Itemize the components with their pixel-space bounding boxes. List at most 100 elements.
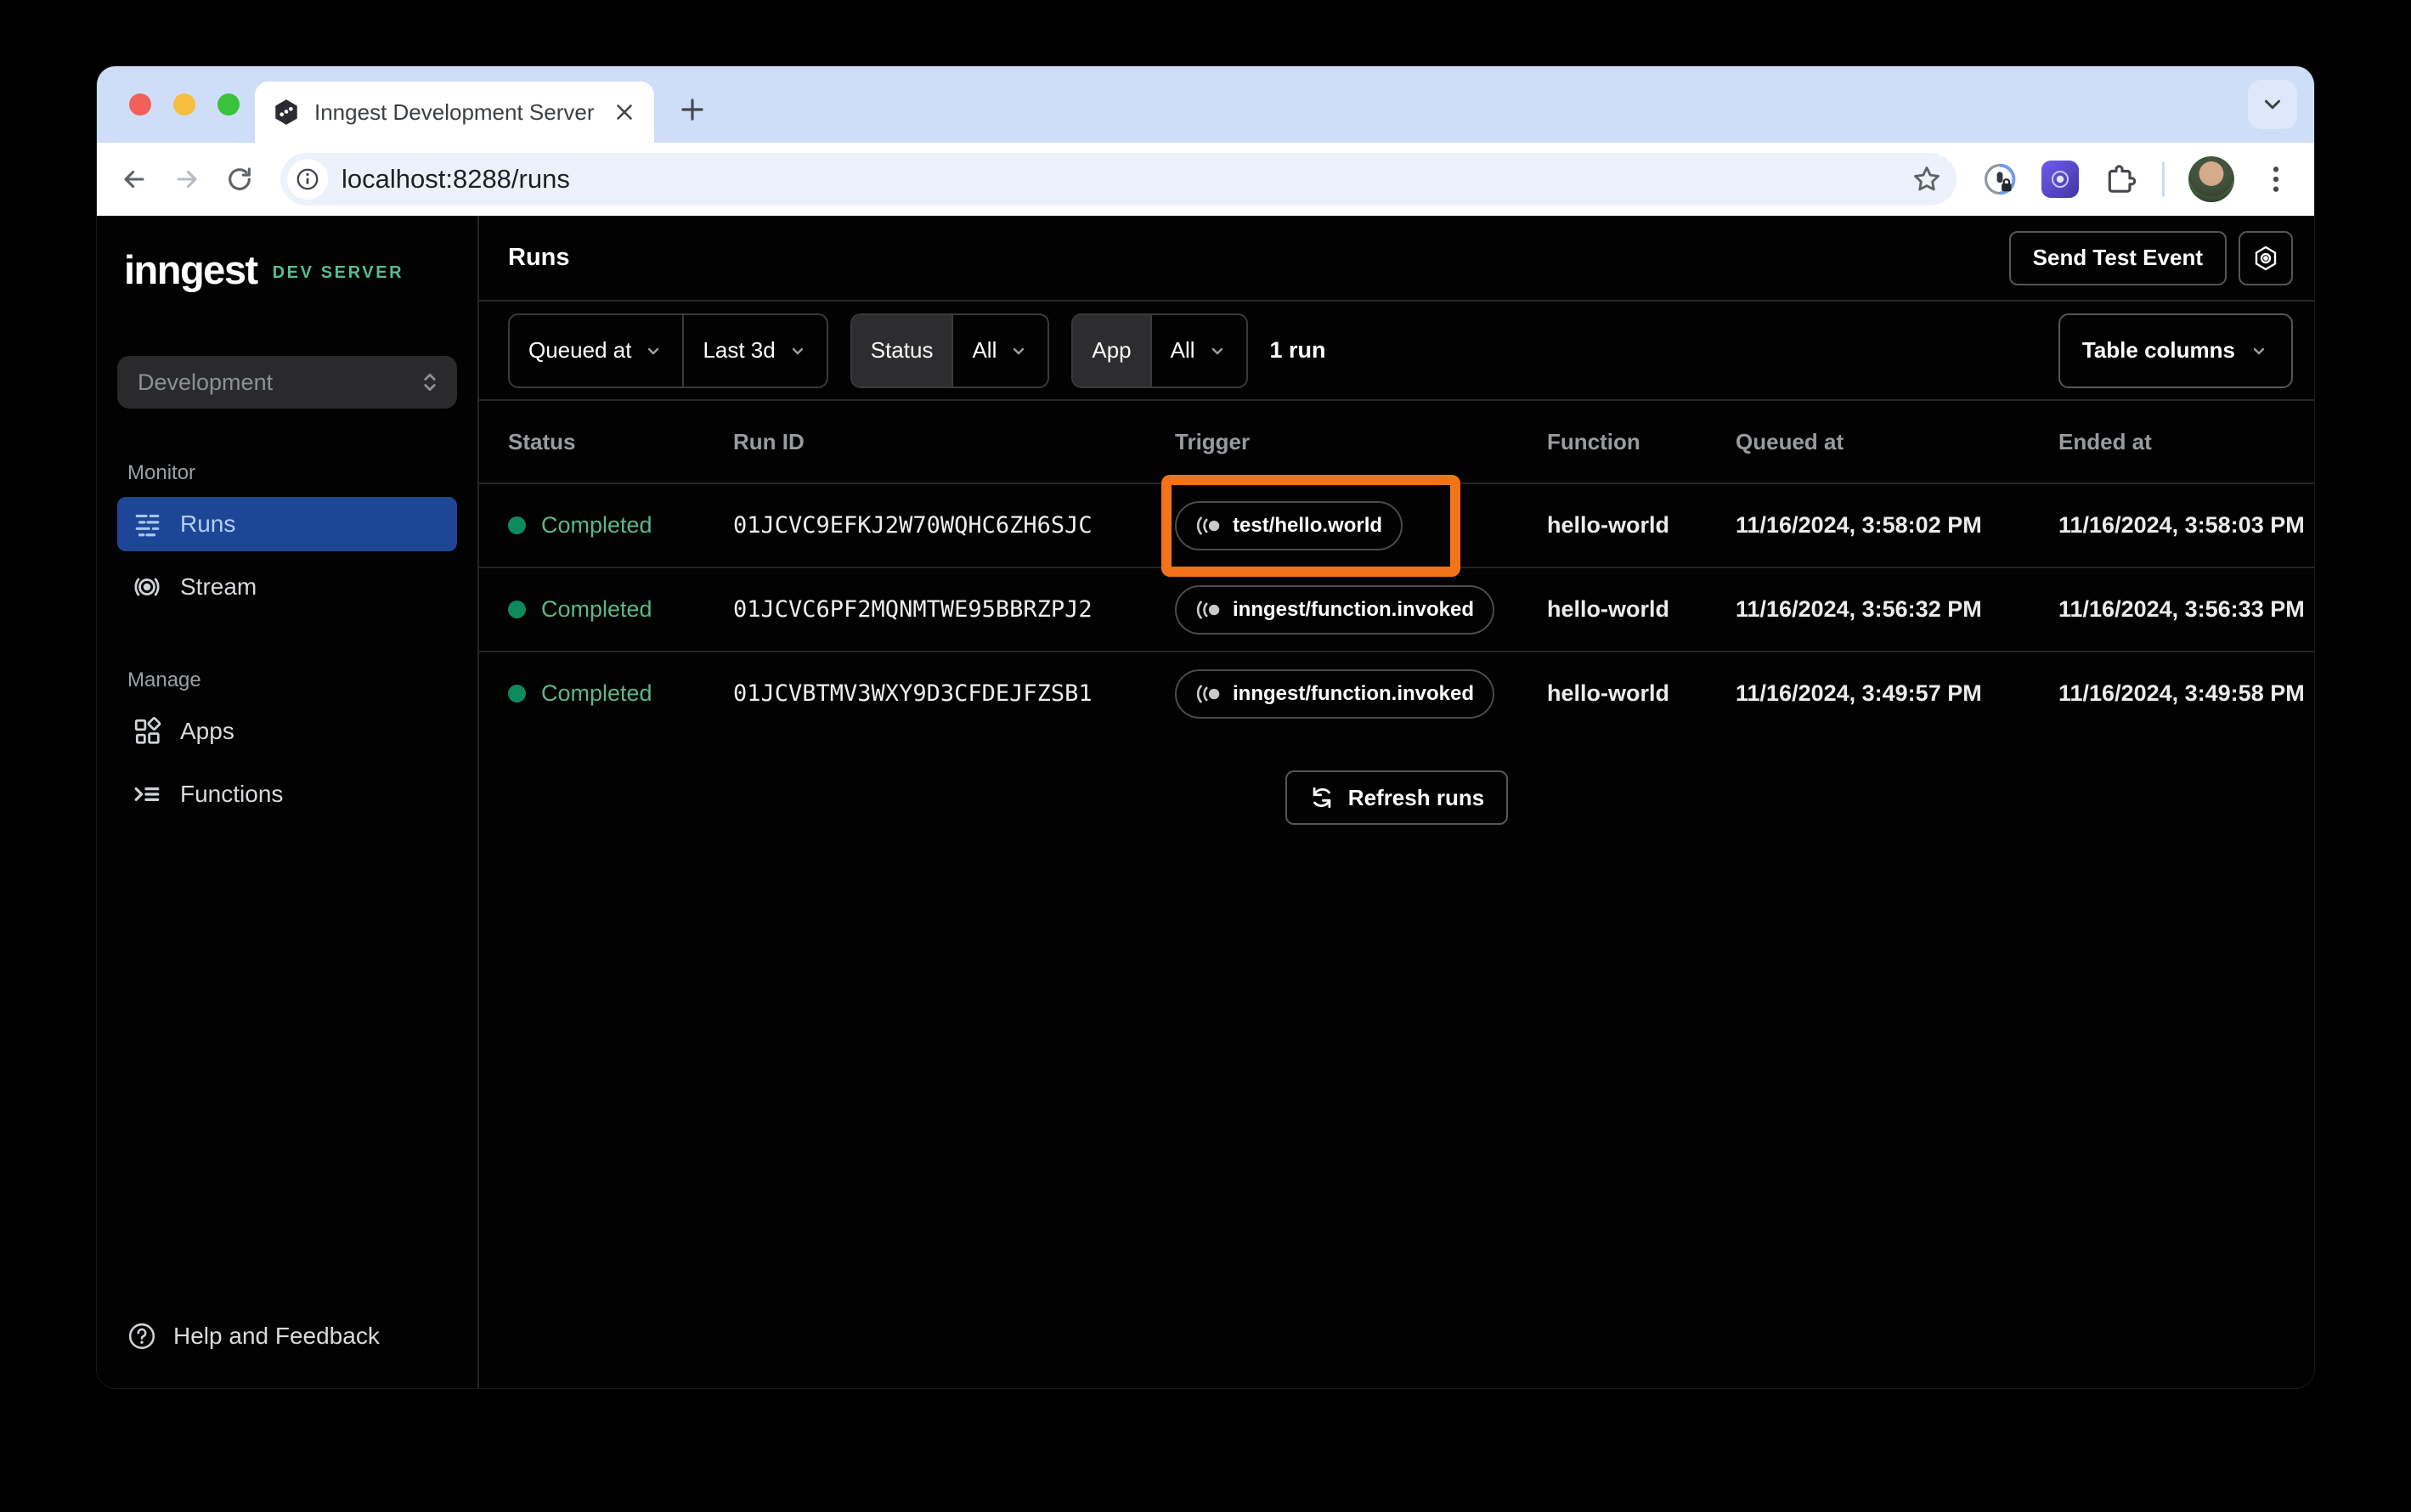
chevron-down-icon xyxy=(1014,347,1025,354)
status-dot-completed xyxy=(508,601,526,618)
sidebar-item-functions[interactable]: Functions xyxy=(117,767,457,821)
table-row[interactable]: Completed 01JCVC9EFKJ2W70WQHC6ZH6SJC tes… xyxy=(479,474,2314,577)
page-header: Runs Send Test Event xyxy=(479,216,2314,302)
trigger-pill[interactable]: inngest/function.invoked xyxy=(1175,669,1495,719)
time-range-dropdown[interactable]: Last 3d xyxy=(682,314,826,386)
back-arrow-icon xyxy=(124,170,144,189)
logo: inngest DEV SERVER xyxy=(117,246,457,293)
password-manager-extension-icon[interactable] xyxy=(1982,161,2018,197)
status-filter-value: All xyxy=(972,337,997,363)
close-window-button[interactable] xyxy=(129,93,151,116)
sidebar-item-runs[interactable]: Runs xyxy=(117,497,457,551)
filter-bar: Queued at Last 3d Status All App All 1 r… xyxy=(479,302,2314,401)
hexagon-gear-icon xyxy=(2255,245,2277,270)
browser-window: Inngest Development Server localhost:828… xyxy=(97,66,2314,1388)
macos-traffic-lights xyxy=(129,93,240,116)
info-icon xyxy=(296,168,319,190)
table-columns-button[interactable]: Table columns xyxy=(2058,313,2293,388)
forward-arrow-icon xyxy=(177,170,197,189)
extensions-puzzle-icon[interactable] xyxy=(2103,161,2138,197)
help-label: Help and Feedback xyxy=(173,1323,380,1349)
broadcast-icon xyxy=(134,578,160,596)
column-header-queued-at: Queued at xyxy=(1736,428,1844,454)
minimize-window-button[interactable] xyxy=(173,93,195,116)
sidebar-item-stream[interactable]: Stream xyxy=(117,560,457,614)
refresh-runs-button[interactable]: Refresh runs xyxy=(1285,770,1509,825)
dev-server-badge: DEV SERVER xyxy=(272,263,404,282)
tab-strip: Inngest Development Server xyxy=(97,66,2314,143)
chevron-down-icon xyxy=(2253,347,2265,354)
status-dot-completed xyxy=(508,516,526,534)
trigger-pill[interactable]: test/hello.world xyxy=(1175,500,1403,550)
question-circle-icon xyxy=(128,1323,155,1350)
profile-avatar[interactable] xyxy=(2188,156,2234,202)
inngest-wordmark: inngest xyxy=(124,247,258,292)
trigger-name: inngest/function.invoked xyxy=(1233,597,1475,621)
send-test-event-button[interactable]: Send Test Event xyxy=(2008,230,2227,285)
status-filter-group: Status All xyxy=(850,313,1050,388)
environment-select[interactable]: Development xyxy=(117,356,457,409)
run-count: 1 run xyxy=(1269,337,1326,363)
chevron-down-icon xyxy=(2265,99,2280,110)
forward-button[interactable] xyxy=(167,159,207,200)
run-id: 01JCVC9EFKJ2W70WQHC6ZH6SJC xyxy=(733,512,1093,539)
table-columns-label: Table columns xyxy=(2081,337,2235,363)
sidebar-item-label: Runs xyxy=(180,511,236,537)
tab-title: Inngest Development Server xyxy=(314,99,595,125)
sidebar-item-label: Apps xyxy=(180,718,234,744)
column-header-run-id: Run ID xyxy=(733,428,805,454)
page-title: Runs xyxy=(508,244,570,271)
chevron-down-icon xyxy=(648,347,659,354)
browser-tab[interactable]: Inngest Development Server xyxy=(255,82,654,143)
help-and-feedback[interactable]: Help and Feedback xyxy=(117,1322,457,1366)
app-filter-group: App All xyxy=(1071,313,1248,388)
status-text: Completed xyxy=(541,596,652,622)
zoom-window-button[interactable] xyxy=(217,93,240,116)
trigger-pill[interactable]: inngest/function.invoked xyxy=(1175,584,1495,635)
sidebar-item-apps[interactable]: Apps xyxy=(117,704,457,759)
url-text[interactable]: localhost:8288/runs xyxy=(342,164,1911,195)
functions-icon xyxy=(134,787,160,801)
send-test-event-label: Send Test Event xyxy=(2032,245,2203,270)
sidebar: inngest DEV SERVER Development Monitor R… xyxy=(97,216,479,1388)
sidebar-item-label: Stream xyxy=(180,573,257,600)
browser-menu-button[interactable] xyxy=(2258,161,2294,197)
nav-section-monitor: Monitor xyxy=(127,461,196,484)
status-text: Completed xyxy=(541,680,652,706)
kebab-menu-icon xyxy=(2273,166,2279,192)
trigger-name: inngest/function.invoked xyxy=(1233,681,1475,705)
column-header-ended-at: Ended at xyxy=(2058,428,2152,454)
back-button[interactable] xyxy=(114,159,155,200)
time-field-label: Queued at xyxy=(528,337,632,363)
status-label-text: Status xyxy=(870,337,934,363)
time-field-dropdown[interactable]: Queued at xyxy=(510,315,682,386)
table-row[interactable]: Completed 01JCVC6PF2MQNMTWE95BBRZPJ2 inn… xyxy=(479,567,2314,651)
browser-toolbar: localhost:8288/runs xyxy=(97,143,2314,216)
reload-button[interactable] xyxy=(219,159,260,200)
updown-chevron-icon xyxy=(424,373,436,392)
chevron-down-icon xyxy=(792,347,803,354)
sidebar-item-label: Functions xyxy=(180,781,284,807)
event-pulse-icon xyxy=(1196,684,1220,703)
status-filter-dropdown[interactable]: All xyxy=(951,314,1047,386)
settings-button[interactable] xyxy=(2239,230,2293,285)
column-header-status: Status xyxy=(508,428,576,454)
app-filter-dropdown[interactable]: All xyxy=(1149,314,1246,386)
tab-close-icon[interactable] xyxy=(612,99,637,125)
purple-extension-icon[interactable] xyxy=(2041,161,2079,198)
queued-at-time: 11/16/2024, 3:56:32 PM xyxy=(1736,596,1982,622)
queued-at-time: 11/16/2024, 3:58:02 PM xyxy=(1736,512,1982,538)
ended-at-time: 11/16/2024, 3:56:33 PM xyxy=(2058,596,2305,622)
tab-search-button[interactable] xyxy=(2248,80,2297,129)
table-header: Status Run ID Trigger Function Queued at… xyxy=(479,401,2314,482)
app-label-text: App xyxy=(1092,337,1132,363)
address-bar[interactable]: localhost:8288/runs xyxy=(280,153,1956,206)
bookmark-star-icon[interactable] xyxy=(1911,163,1943,195)
queued-at-time: 11/16/2024, 3:49:57 PM xyxy=(1736,680,1982,706)
table-row[interactable]: Completed 01JCVBTMV3WXY9D3CFDEJFZSB1 inn… xyxy=(479,651,2314,735)
status-text: Completed xyxy=(541,512,652,538)
site-info-button[interactable] xyxy=(287,159,328,200)
new-tab-button[interactable] xyxy=(676,93,709,126)
run-id: 01JCVC6PF2MQNMTWE95BBRZPJ2 xyxy=(733,596,1093,623)
event-pulse-icon xyxy=(1196,600,1220,619)
